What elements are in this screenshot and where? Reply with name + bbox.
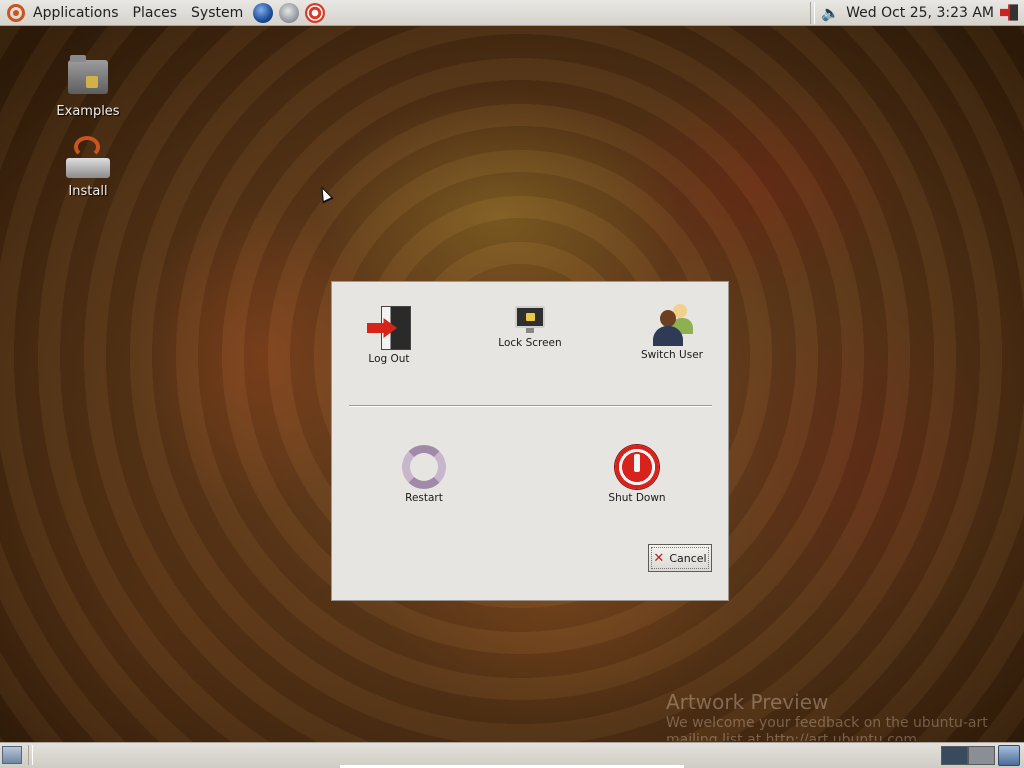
- switch-user-label: Switch User: [641, 349, 703, 361]
- cancel-button[interactable]: ✕ Cancel: [648, 544, 712, 572]
- restart-icon: [396, 445, 452, 489]
- cancel-label: Cancel: [669, 551, 707, 565]
- switch-user-button[interactable]: Switch User: [637, 304, 707, 361]
- panel-separator: [28, 745, 33, 765]
- lock-screen-button[interactable]: Lock Screen: [496, 306, 564, 349]
- desktop-icon-label: Install: [68, 184, 108, 199]
- lock-screen-label: Lock Screen: [498, 337, 562, 349]
- web-browser-icon[interactable]: [253, 2, 274, 23]
- panel-separator: [810, 1, 816, 24]
- log-out-icon: [367, 306, 411, 350]
- quit-icon[interactable]: [1000, 4, 1018, 21]
- mail-client-icon[interactable]: [279, 2, 300, 23]
- folder-icon: [64, 54, 112, 102]
- cancel-icon: ✕: [653, 550, 665, 566]
- show-desktop-icon[interactable]: [2, 746, 22, 764]
- dialog-divider: [349, 405, 712, 407]
- artwork-preview-title: Artwork Preview: [666, 690, 829, 714]
- restart-label: Restart: [405, 492, 443, 504]
- applications-menu[interactable]: Applications: [0, 0, 126, 26]
- volume-icon[interactable]: 🔈: [821, 4, 840, 22]
- switch-user-icon: [647, 304, 697, 346]
- desktop-icon-label: Examples: [56, 104, 120, 119]
- places-menu[interactable]: Places: [126, 0, 185, 26]
- log-out-button[interactable]: Log Out: [362, 306, 416, 365]
- help-icon[interactable]: [305, 2, 326, 23]
- desktop-icon-install[interactable]: Install: [48, 134, 128, 199]
- top-panel: Applications Places System 🔈 Wed Oct 25,…: [0, 0, 1024, 26]
- workspace-2[interactable]: [968, 746, 995, 765]
- installer-icon: [64, 134, 112, 182]
- trash-icon[interactable]: [998, 745, 1020, 766]
- system-menu[interactable]: System: [184, 0, 250, 26]
- clock[interactable]: Wed Oct 25, 3:23 AM: [846, 5, 994, 21]
- bottom-panel: [0, 742, 1024, 768]
- log-out-label: Log Out: [368, 353, 410, 365]
- applications-menu-label: Applications: [33, 4, 119, 21]
- ubuntu-logo-icon: [7, 3, 25, 22]
- artwork-preview-text: We welcome your feedback on the ubuntu-a…: [666, 715, 988, 741]
- shut-down-icon: [615, 445, 659, 489]
- shut-down-button[interactable]: Shut Down: [602, 445, 672, 504]
- logout-dialog: Log Out Lock Screen Switch User Restart …: [331, 281, 729, 601]
- restart-button[interactable]: Restart: [394, 445, 454, 504]
- workspace-1[interactable]: [941, 746, 968, 765]
- desktop-icon-examples[interactable]: Examples: [48, 54, 128, 119]
- lock-screen-icon: [515, 306, 545, 334]
- shut-down-label: Shut Down: [608, 492, 666, 504]
